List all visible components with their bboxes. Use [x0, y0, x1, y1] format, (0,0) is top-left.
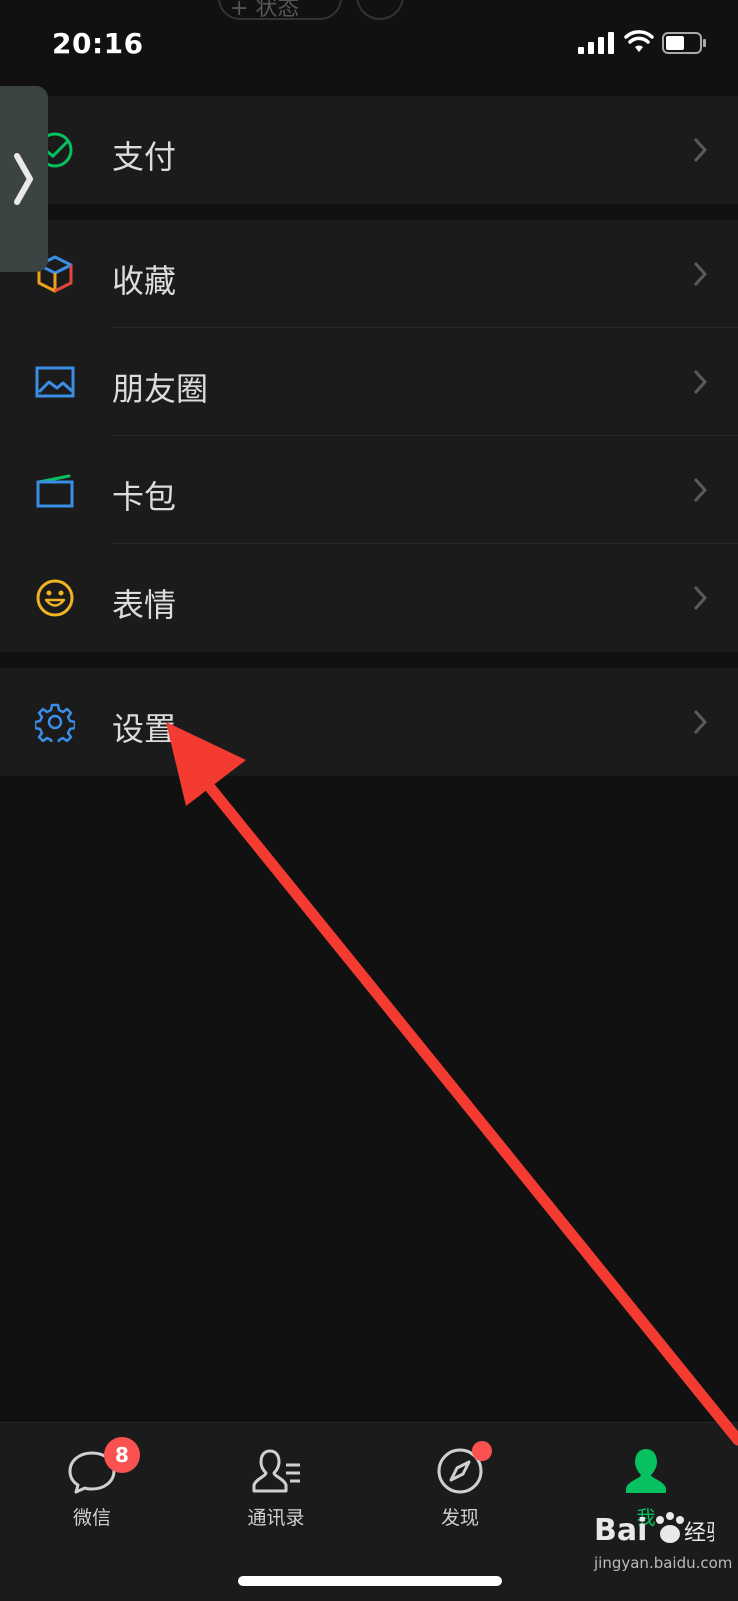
- chevron-right-icon: [693, 369, 708, 395]
- new-content-dot: [472, 1441, 492, 1461]
- tab-contacts[interactable]: 通讯录: [216, 1443, 336, 1530]
- status-circle-button[interactable]: [356, 0, 404, 20]
- tab-label: 微信: [72, 1507, 111, 1529]
- tab-label: 通讯录: [247, 1507, 305, 1529]
- watermark-url: jingyan.baidu.com: [594, 1554, 733, 1572]
- menu-item-stickers[interactable]: 表情: [0, 544, 738, 652]
- baidu-jingyan-watermark: Bai 经验 jingyan.baidu.com: [594, 1506, 732, 1576]
- menu-item-label: 卡包: [112, 478, 177, 516]
- menu-item-favorites[interactable]: 收藏: [0, 220, 738, 328]
- tab-chats[interactable]: 微信 8: [32, 1437, 152, 1530]
- tab-discover[interactable]: 发现: [400, 1441, 520, 1530]
- tab-label: 发现: [440, 1507, 479, 1529]
- chevron-right-icon: [693, 477, 708, 503]
- menu-group-settings: 设置: [0, 668, 738, 776]
- menu-item-moments[interactable]: 朋友圈: [0, 328, 738, 436]
- unread-badge: 8: [104, 1437, 140, 1473]
- card-wallet-icon: [36, 474, 74, 508]
- sticker-smile-icon: [36, 579, 74, 617]
- menu-item-label: 表情: [112, 586, 177, 624]
- me-person-icon: [626, 1449, 666, 1493]
- chevron-right-icon: [693, 709, 708, 735]
- chevron-right-icon: [693, 261, 708, 287]
- clock: 20:16: [52, 27, 144, 60]
- status-bar: + 状态 20:16: [0, 0, 738, 80]
- chevron-right-icon: [693, 137, 708, 163]
- menu-group-pay: 支付: [0, 96, 738, 204]
- chevron-right-icon: [693, 585, 708, 611]
- menu-item-pay[interactable]: 支付: [0, 96, 738, 204]
- menu-item-settings[interactable]: 设置: [0, 668, 738, 776]
- menu-item-label: 支付: [112, 138, 177, 176]
- chevron-right-icon: [14, 153, 33, 205]
- battery-icon: [662, 32, 706, 54]
- menu-item-label: 收藏: [112, 262, 177, 300]
- home-indicator: [238, 1576, 502, 1586]
- floating-edge-tab[interactable]: [0, 86, 48, 272]
- svg-text:经验: 经验: [684, 1521, 714, 1546]
- menu-item-card-wallet[interactable]: 卡包: [0, 436, 738, 544]
- baidu-logo-icon: Bai 经验: [594, 1512, 728, 1548]
- contacts-icon: [252, 1449, 300, 1493]
- menu-item-label: 设置: [112, 710, 177, 748]
- wifi-icon: [624, 30, 654, 52]
- menu-item-label: 朋友圈: [112, 370, 209, 408]
- cellular-signal-icon: [578, 32, 614, 54]
- settings-gear-icon: [35, 703, 75, 742]
- status-pill-label: + 状态: [230, 0, 300, 21]
- menu-group-content: 收藏 朋友圈 卡包 表情: [0, 220, 738, 652]
- svg-text:Bai: Bai: [594, 1513, 647, 1548]
- moments-image-icon: [35, 366, 75, 398]
